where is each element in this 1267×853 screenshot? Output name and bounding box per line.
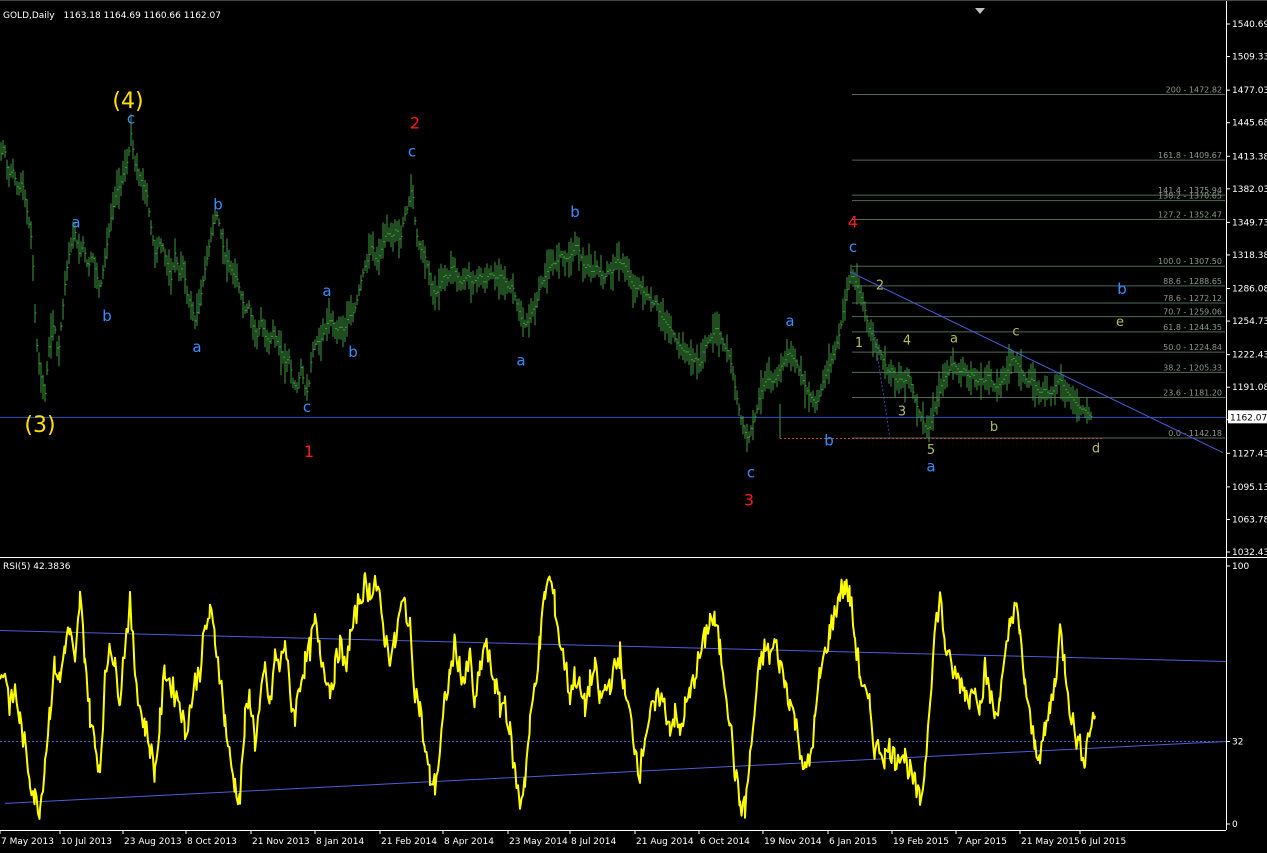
wave-label: c — [747, 464, 755, 482]
wave-label: b — [990, 420, 998, 435]
fib-level-label: 138.2 - 1370.65 — [1158, 192, 1222, 201]
fib-level-label: 88.6 - 1288.65 — [1163, 277, 1222, 286]
wave-label: 4 — [903, 334, 911, 349]
wave-label: a — [950, 332, 958, 347]
price-tick-label: 1191.08 — [1232, 383, 1267, 393]
price-tick-label: 1063.78 — [1232, 515, 1267, 525]
price-tick-label: 1477.03 — [1232, 86, 1267, 96]
time-tick-label: 19 Nov 2014 — [764, 837, 822, 847]
fib-level-label: 161.8 - 1409.67 — [1158, 151, 1222, 160]
fib-level-label: 23.6 - 1181.20 — [1163, 388, 1222, 397]
wave-label: a — [322, 282, 331, 300]
price-tick-label: 1445.68 — [1232, 119, 1267, 129]
symbol-label: GOLD,Daily — [3, 11, 55, 21]
wave-label: a — [192, 338, 201, 356]
fib-level-label: 50.0 - 1224.84 — [1163, 343, 1222, 352]
wave-label: a — [516, 351, 525, 369]
chart-background — [0, 0, 1267, 849]
rsi-title: RSI(5) 42.3836 — [3, 562, 71, 572]
time-tick-label: 10 Jul 2013 — [61, 837, 112, 847]
wave-label: 3 — [744, 491, 754, 510]
time-tick-label: 7 May 2013 — [1, 837, 54, 847]
price-tick-label: 1254.73 — [1232, 317, 1267, 327]
wave-label: 1 — [304, 442, 314, 461]
wave-label: 3 — [898, 404, 906, 419]
price-tick-label: 1222.43 — [1232, 351, 1267, 361]
wave-label: b — [348, 343, 358, 361]
time-tick-label: 8 Apr 2014 — [444, 837, 494, 847]
time-tick-label: 21 May 2015 — [1021, 837, 1080, 847]
wave-label: (3) — [24, 413, 55, 438]
time-tick-label: 21 Nov 2013 — [252, 837, 310, 847]
price-tick-label: 1509.33 — [1232, 53, 1267, 63]
wave-label: a — [785, 312, 794, 330]
price-tick-label: 1286.08 — [1232, 284, 1267, 294]
time-tick-label: 6 Oct 2014 — [700, 837, 750, 847]
chart-title: GOLD,Daily 1163.18 1164.69 1160.66 1162.… — [3, 11, 221, 21]
fib-level-label: 200 - 1472.82 — [1166, 86, 1222, 95]
time-tick-label: 6 Jan 2015 — [829, 837, 877, 847]
fib-level-label: 78.6 - 1272.12 — [1163, 294, 1222, 303]
price-tick-label: 1382.03 — [1232, 185, 1267, 195]
rsi-tick-label: 32 — [1232, 737, 1243, 747]
price-tick-label: 1095.13 — [1232, 483, 1267, 493]
wave-label: b — [824, 431, 834, 449]
time-tick-label: 19 Feb 2015 — [893, 837, 949, 847]
rsi-tick-label: 0 — [1232, 820, 1238, 830]
wave-label: c — [849, 238, 857, 256]
time-tick-label: 6 Jul 2015 — [1081, 837, 1126, 847]
time-tick-label: 8 Jul 2014 — [571, 837, 616, 847]
time-tick-label: 8 Jan 2014 — [316, 837, 364, 847]
wave-label: c — [408, 143, 416, 161]
wave-label: a — [926, 457, 935, 475]
fib-level-label: 70.7 - 1259.06 — [1163, 308, 1222, 317]
price-tick-label: 1032.43 — [1232, 548, 1267, 558]
fib-level-label: 127.2 - 1352.47 — [1158, 211, 1222, 220]
time-tick-label: 23 Aug 2013 — [124, 837, 182, 847]
chart-svg: 1540.69 1509.33 1477.03 1445.68 1413.38 1382.… — [0, 0, 1267, 849]
price-tick-label: 1413.38 — [1232, 152, 1267, 162]
wave-label: 1 — [855, 336, 863, 351]
wave-label: b — [213, 196, 223, 214]
wave-label: c — [303, 398, 311, 416]
price-tick-label: 1540.69 — [1232, 20, 1267, 30]
chart-window: 1540.69 1509.33 1477.03 1445.68 1413.38 1382.… — [0, 0, 1267, 849]
wave-label: c — [127, 109, 135, 127]
time-tick-label: 21 Aug 2014 — [636, 837, 694, 847]
price-tick-label: 1349.73 — [1232, 218, 1267, 228]
rsi-tick-label: 100 — [1232, 562, 1249, 572]
fib-level-label: 61.8 - 1244.35 — [1163, 323, 1222, 332]
wave-label: d — [1092, 442, 1100, 457]
time-tick-label: 21 Feb 2014 — [381, 837, 437, 847]
current-price-label: 1162.07 — [1230, 413, 1267, 423]
wave-label: b — [102, 307, 112, 325]
ohlc-label: 1163.18 1164.69 1160.66 1162.07 — [63, 11, 221, 21]
wave-label: 5 — [927, 443, 935, 458]
fib-level-label: 38.2 - 1205.33 — [1163, 363, 1222, 372]
price-tick-label: 1318.38 — [1232, 251, 1267, 261]
wave-label: a — [71, 213, 80, 231]
time-tick-label: 8 Oct 2013 — [187, 837, 237, 847]
wave-label: 4 — [848, 212, 858, 231]
time-tick-label: 23 May 2014 — [509, 837, 568, 847]
wave-label: e — [1116, 315, 1124, 330]
price-tick-label: 1127.43 — [1232, 449, 1267, 459]
wave-label: c — [1012, 324, 1019, 339]
wave-label: 2 — [876, 279, 884, 294]
wave-label: 2 — [410, 114, 420, 133]
time-tick-label: 7 Apr 2015 — [957, 837, 1007, 847]
wave-label: b — [1117, 280, 1127, 298]
wave-label: b — [570, 203, 580, 221]
fib-level-label: 100.0 - 1307.50 — [1158, 257, 1222, 266]
